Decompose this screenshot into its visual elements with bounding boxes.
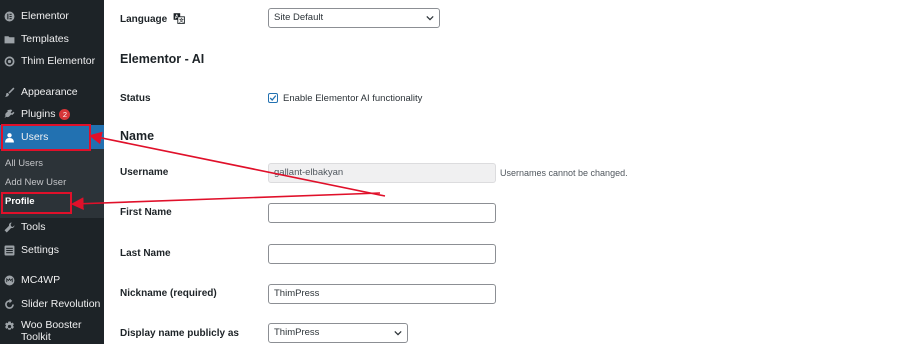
sidebar-item-appearance[interactable]: Appearance	[0, 84, 104, 100]
plugin-update-badge: 2	[59, 108, 71, 120]
checkmark-icon	[269, 95, 277, 101]
profile-form: Language A文 Site Default Elementor - AI …	[104, 0, 900, 344]
elementor-ai-checkbox-label[interactable]: Enable Elementor AI functionality	[283, 93, 422, 104]
sidebar-item-label: Users	[21, 131, 49, 143]
status-label: Status	[120, 93, 151, 104]
sidebar-item-slider-revolution[interactable]: Slider Revolution	[0, 296, 104, 312]
sidebar-item-thim-elementor[interactable]: Thim Elementor	[0, 53, 104, 69]
sidebar-item-label: Tools	[21, 221, 46, 233]
username-hint: Usernames cannot be changed.	[500, 168, 628, 178]
refresh-icon	[4, 298, 15, 310]
settings-icon	[4, 245, 15, 256]
language-label: Language A文	[120, 12, 185, 27]
sidebar-item-label: Slider Revolution	[21, 298, 101, 310]
sidebar-item-label: Thim Elementor	[21, 55, 96, 67]
user-icon	[4, 132, 15, 143]
folder-icon	[4, 34, 15, 45]
translation-icon: A文	[173, 12, 185, 27]
first-name-field[interactable]	[268, 203, 496, 223]
submenu-item-all-users[interactable]: All Users	[5, 158, 43, 169]
nickname-label: Nickname (required)	[120, 288, 217, 299]
gear-icon	[4, 321, 15, 332]
plugin-icon	[4, 109, 15, 120]
elementor-icon	[4, 11, 15, 22]
language-select[interactable]: Site Default	[268, 8, 440, 28]
sidebar-item-elementor[interactable]: Elementor	[0, 8, 104, 24]
sidebar-item-label: Appearance	[21, 86, 78, 98]
chevron-down-icon	[394, 330, 402, 336]
sidebar-item-woo-booster-toolkit[interactable]: Woo Booster Toolkit	[0, 319, 104, 344]
paintbrush-icon	[4, 87, 15, 98]
mc4wp-icon	[4, 275, 15, 286]
sidebar-item-templates[interactable]: Templates	[0, 31, 104, 47]
sidebar-item-tools[interactable]: Tools	[0, 219, 104, 235]
submenu-item-profile[interactable]: Profile	[5, 196, 35, 207]
elementor-ai-checkbox[interactable]	[268, 93, 278, 103]
sidebar-item-label: Settings	[21, 244, 59, 256]
sidebar-item-label: Elementor	[21, 10, 69, 22]
wrench-icon	[4, 222, 15, 233]
username-label: Username	[120, 167, 169, 178]
nickname-field[interactable]: ThimPress	[268, 284, 496, 304]
elementor-ai-heading: Elementor - AI	[120, 52, 205, 66]
sidebar-item-label: Templates	[21, 33, 69, 45]
name-heading: Name	[120, 129, 155, 143]
last-name-field[interactable]	[268, 244, 496, 264]
sidebar-item-label: Woo Booster Toolkit	[21, 319, 82, 343]
display-name-select[interactable]: ThimPress	[268, 323, 408, 343]
thim-icon	[4, 56, 15, 67]
sidebar-item-settings[interactable]: Settings	[0, 242, 104, 258]
admin-sidebar: Elementor Templates Thim Elementor Appea…	[0, 0, 104, 344]
first-name-label: First Name	[120, 207, 172, 218]
last-name-label: Last Name	[120, 248, 171, 259]
chevron-down-icon	[426, 15, 434, 21]
sidebar-item-label: Plugins	[21, 108, 56, 120]
users-submenu: All Users Add New User Profile	[0, 149, 104, 218]
sidebar-item-label: MC4WP	[21, 274, 61, 286]
sidebar-item-mc4wp[interactable]: MC4WP	[0, 272, 104, 288]
submenu-item-add-new-user[interactable]: Add New User	[5, 177, 66, 188]
display-name-label: Display name publicly as	[120, 328, 239, 339]
username-field[interactable]: gallant-elbakyan	[268, 163, 496, 183]
sidebar-item-plugins[interactable]: Plugins 2	[0, 106, 104, 122]
sidebar-item-users[interactable]: Users	[0, 125, 104, 149]
